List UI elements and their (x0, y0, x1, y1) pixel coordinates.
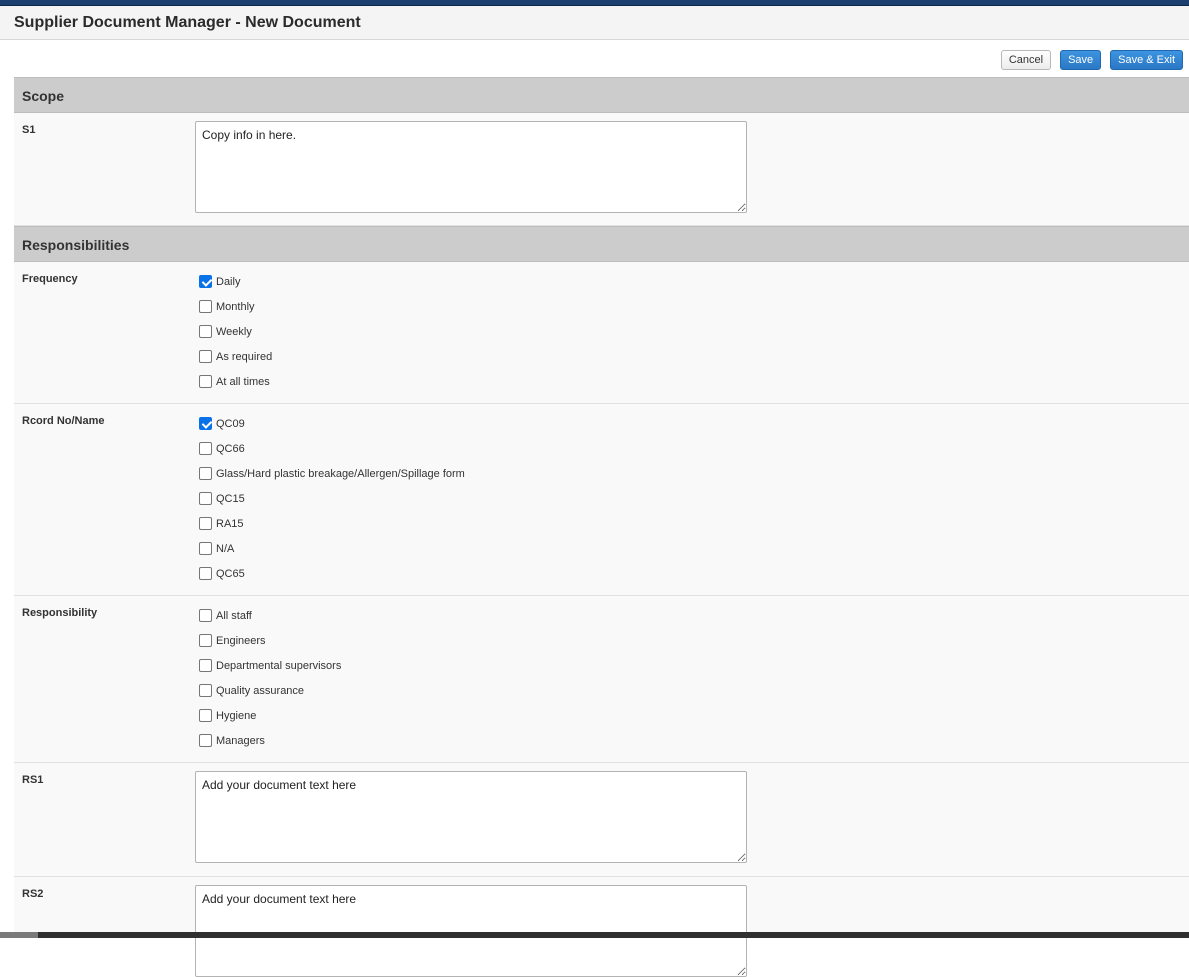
rs1-textarea[interactable]: Add your document text here (195, 771, 747, 863)
checkbox-label: Quality assurance (216, 685, 305, 697)
checkbox[interactable] (199, 442, 212, 455)
checkbox-label: Hygiene (216, 710, 257, 722)
scrollbar-thumb[interactable] (0, 932, 38, 938)
horizontal-scrollbar[interactable] (0, 932, 1189, 938)
checkbox-label: All staff (216, 610, 252, 622)
field-label-s1: S1 (22, 124, 36, 136)
checkbox-item[interactable]: RA15 (199, 516, 465, 541)
checkbox[interactable] (199, 542, 212, 555)
checkbox[interactable] (199, 467, 212, 480)
section-header-scope: Scope (14, 77, 1189, 113)
checkbox-label: Managers (216, 735, 265, 747)
toolbar: Cancel Save Save & Exit (1000, 50, 1183, 70)
checkbox-label: Departmental supervisors (216, 660, 342, 672)
checkbox-item[interactable]: Engineers (199, 633, 341, 658)
checkbox-label: QC65 (216, 568, 245, 580)
field-row-responsibility: Responsibility All staff Engineers Depar… (14, 596, 1189, 763)
save-and-exit-button[interactable]: Save & Exit (1110, 50, 1183, 70)
checkbox[interactable] (199, 300, 212, 313)
checkbox-item[interactable]: Managers (199, 733, 341, 758)
checkbox[interactable] (199, 567, 212, 580)
section-header-responsibilities: Responsibilities (14, 226, 1189, 262)
save-button[interactable]: Save (1060, 50, 1102, 70)
field-label-responsibility: Responsibility (22, 607, 98, 619)
checkbox-item[interactable]: QC09 (199, 416, 465, 441)
cancel-button[interactable]: Cancel (1000, 50, 1052, 70)
field-row-rs1: RS1 Add your document text here (14, 763, 1189, 877)
checkbox-label: QC15 (216, 493, 245, 505)
page-title: Supplier Document Manager - New Document (14, 14, 361, 31)
checkbox-item[interactable]: QC66 (199, 441, 465, 466)
field-row-rs2: RS2 Add your document text here (14, 877, 1189, 977)
checkbox[interactable] (199, 709, 212, 722)
checkbox-item[interactable]: At all times (199, 374, 272, 399)
checkbox-item[interactable]: Daily (199, 274, 272, 299)
checkbox[interactable] (199, 492, 212, 505)
checkbox-item[interactable]: QC65 (199, 566, 465, 591)
checkbox[interactable] (199, 659, 212, 672)
field-label-frequency: Frequency (22, 273, 78, 285)
checkbox-item[interactable]: Departmental supervisors (199, 658, 341, 683)
checkbox-label: Engineers (216, 635, 266, 647)
checkbox[interactable] (199, 634, 212, 647)
checkbox-item[interactable]: As required (199, 349, 272, 374)
field-row-s1: S1 Copy info in here. (14, 113, 1189, 226)
checkbox[interactable] (199, 517, 212, 530)
checkbox-label: Daily (216, 276, 241, 288)
checkbox-item[interactable]: QC15 (199, 491, 465, 516)
checkbox-item[interactable]: Glass/Hard plastic breakage/Allergen/Spi… (199, 466, 465, 491)
checkbox-item[interactable]: Quality assurance (199, 683, 341, 708)
checkbox-item[interactable]: Weekly (199, 324, 272, 349)
field-label-record: Rcord No/Name (22, 415, 105, 427)
checkbox[interactable] (199, 609, 212, 622)
checkbox[interactable] (199, 417, 212, 430)
checkbox-label: Monthly (216, 301, 255, 313)
record-checkbox-group: QC09 QC66 Glass/Hard plastic breakage/Al… (199, 416, 465, 591)
checkbox[interactable] (199, 684, 212, 697)
field-row-record: Rcord No/Name QC09 QC66 Glass/Hard plast… (14, 404, 1189, 596)
responsibility-checkbox-group: All staff Engineers Departmental supervi… (199, 608, 341, 758)
s1-textarea[interactable]: Copy info in here. (195, 121, 747, 213)
field-label-rs2: RS2 (22, 888, 44, 900)
checkbox[interactable] (199, 350, 212, 363)
checkbox-item[interactable]: Monthly (199, 299, 272, 324)
checkbox[interactable] (199, 734, 212, 747)
rs2-textarea[interactable]: Add your document text here (195, 885, 747, 977)
checkbox-label: Weekly (216, 326, 252, 338)
checkbox[interactable] (199, 375, 212, 388)
frequency-checkbox-group: Daily Monthly Weekly As required At all … (199, 274, 272, 399)
checkbox-label: Glass/Hard plastic breakage/Allergen/Spi… (216, 468, 465, 480)
checkbox[interactable] (199, 275, 212, 288)
checkbox-label: As required (216, 351, 273, 363)
checkbox[interactable] (199, 325, 212, 338)
field-label-rs1: RS1 (22, 774, 44, 786)
field-row-frequency: Frequency Daily Monthly Weekly As requir… (14, 262, 1189, 404)
checkbox-item[interactable]: N/A (199, 541, 465, 566)
checkbox-label: QC09 (216, 418, 245, 430)
checkbox-label: N/A (216, 543, 235, 555)
title-bar: Supplier Document Manager - New Document (0, 6, 1189, 40)
checkbox-label: RA15 (216, 518, 244, 530)
checkbox-item[interactable]: All staff (199, 608, 341, 633)
checkbox-item[interactable]: Hygiene (199, 708, 341, 733)
checkbox-label: At all times (216, 376, 270, 388)
checkbox-label: QC66 (216, 443, 245, 455)
document-form: Scope S1 Copy info in here. Responsibili… (14, 77, 1189, 977)
